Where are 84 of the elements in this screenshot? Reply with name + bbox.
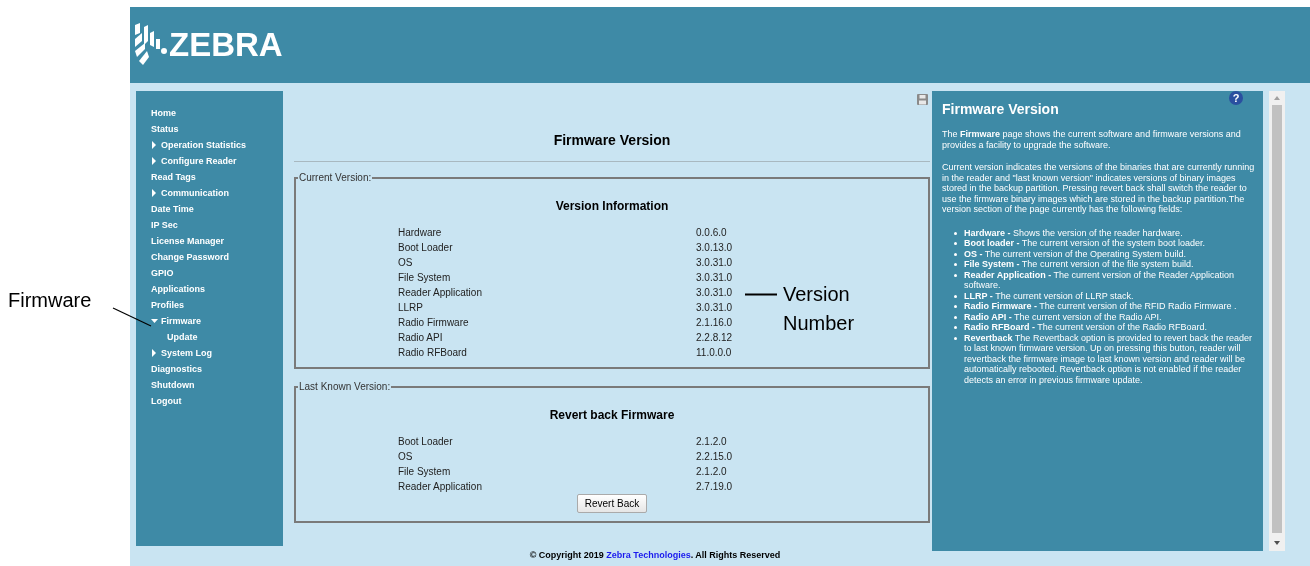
field-label: Radio RFBoard: [398, 347, 467, 359]
version-value: 2.1.2.0: [696, 436, 727, 448]
nav-link[interactable]: Home: [151, 107, 176, 123]
brand-name: ZEBRA: [169, 26, 283, 64]
section-heading: Revert back Firmware: [549, 408, 675, 422]
callout-label: Firmware: [8, 289, 92, 312]
nav-link[interactable]: System Log: [151, 347, 212, 363]
version-value: 11.0.0.0: [696, 347, 732, 359]
page-title: Firmware Version: [553, 132, 671, 148]
help-list-item: OS - The current version of the Operating System build.: [964, 248, 1186, 259]
nav-link[interactable]: Communication: [151, 187, 229, 203]
group-legend: Current Version:: [298, 172, 373, 183]
bullet-icon: [954, 326, 957, 329]
field-label: Radio API: [398, 332, 443, 344]
help-list-item: Radio Firmware - The current version of the RFID Radio Firmware .: [964, 301, 1237, 312]
nav-link[interactable]: Operation Statistics: [151, 139, 247, 155]
help-list-item: File System - The current version of the file system build.: [964, 259, 1194, 270]
nav-link[interactable]: Firmware: [151, 315, 202, 331]
revert-back-button[interactable]: Revert Back: [576, 494, 648, 513]
nav-link[interactable]: License Manager: [151, 235, 225, 251]
version-value: 2.1.16.0: [696, 317, 733, 329]
version-value: 3.0.31.0: [696, 272, 733, 284]
field-label: Boot Loader: [398, 436, 453, 448]
bullet-icon: [954, 294, 957, 298]
help-button[interactable]: ?: [1229, 91, 1243, 105]
leader-line: [745, 293, 777, 296]
help-list-item: Revertback The Revertback option is provided to revert back the reader to last known firmware version. Up on pressing this button, reader will revertback the firmware image to last known version and reader will be automatically rebooted. Revertback option is not enabled if the reader detects an error in previous firmware update.: [964, 332, 1253, 385]
field-label: OS: [398, 257, 413, 269]
field-label: File System: [398, 272, 451, 284]
version-value: 3.0.31.0: [696, 257, 733, 269]
nav-link[interactable]: Status: [151, 123, 179, 139]
nav-link[interactable]: Diagnostics: [151, 363, 202, 379]
version-value: 3.0.31.0: [696, 302, 733, 314]
bullet-icon: [954, 336, 957, 340]
version-value: 2.7.19.0: [696, 481, 733, 493]
version-value: 3.0.13.0: [696, 242, 733, 254]
field-label: OS: [398, 451, 413, 463]
help-list-item: Reader Application - The current version of the Reader Application software.: [964, 269, 1236, 291]
version-value: 2.2.15.0: [696, 451, 733, 463]
copyright-text: © Copyright 2019 Zebra Technologies. All Rights Reserved: [529, 550, 781, 560]
nav-link[interactable]: Configure Reader: [151, 155, 237, 171]
field-label: Hardware: [398, 227, 442, 239]
bullet-icon: [954, 273, 957, 277]
callout-label: Version Number: [783, 282, 856, 336]
version-value: 2.2.8.12: [696, 332, 733, 344]
version-value: 0.0.6.0: [696, 227, 727, 239]
bullet-icon: [954, 242, 957, 245]
help-list-item: Boot loader - The current version of the system boot loader.: [964, 238, 1205, 249]
nav-link[interactable]: Update: [167, 331, 198, 347]
field-label: Radio Firmware: [398, 317, 469, 329]
zebra-stripes-icon: [133, 21, 167, 65]
field-label: Boot Loader: [398, 242, 453, 254]
company-link[interactable]: Zebra Technologies: [606, 550, 691, 560]
field-label: LLRP: [398, 302, 423, 314]
nav-link[interactable]: Change Password: [151, 251, 230, 267]
nav-link[interactable]: IP Sec: [151, 219, 178, 235]
field-label: File System: [398, 466, 451, 478]
help-paragraph: Current version indicates the versions of the binaries that are currently running in the reader and "last known version" indicates versions of binary images stored in the backup partition. Pressing revert back shall switch the reader to use the firmware binary images which are stored in the backup partition.The version section of the page currently has the following fields:: [942, 162, 1255, 215]
nav-link[interactable]: Read Tags: [151, 171, 196, 187]
nav-link[interactable]: Profiles: [151, 299, 184, 315]
nav-link[interactable]: Shutdown: [151, 379, 195, 395]
field-label: Reader Application: [398, 481, 482, 493]
help-list-item: Hardware - Shows the version of the reader hardware.: [964, 227, 1183, 238]
nav-link[interactable]: GPIO: [151, 267, 174, 283]
bullet-icon: [954, 305, 957, 308]
help-list-item: Radio API - The current version of the Radio API.: [964, 311, 1162, 322]
field-label: Reader Application: [398, 287, 482, 299]
version-value: 2.1.2.0: [696, 466, 727, 478]
nav-link[interactable]: Applications: [151, 283, 205, 299]
bullet-icon: [954, 315, 957, 319]
version-value: 3.0.31.0: [696, 287, 733, 299]
bullet-icon: [954, 252, 957, 256]
nav-link[interactable]: Date Time: [151, 203, 194, 219]
help-list-item: LLRP - The current version of LLRP stack.: [964, 290, 1134, 301]
nav-link[interactable]: Logout: [151, 395, 182, 411]
section-heading: Version Information: [555, 199, 669, 213]
group-legend: Last Known Version:: [298, 381, 392, 392]
help-list-item: Radio RFBoard - The current version of the Radio RFBoard.: [964, 322, 1207, 333]
help-title: Firmware Version: [942, 101, 1059, 117]
save-icon: [917, 94, 928, 105]
leader-line: [112, 307, 152, 327]
bullet-icon: [954, 231, 957, 235]
bullet-icon: [954, 263, 957, 266]
help-paragraph: The Firmware page shows the current software and firmware versions and provides a facility to upgrade the software.: [942, 129, 1242, 150]
